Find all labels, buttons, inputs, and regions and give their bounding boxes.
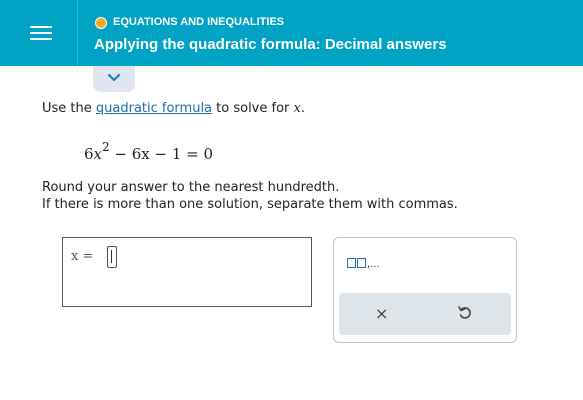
- instruction-post: to solve for: [212, 101, 294, 116]
- equation-variable: x: [93, 145, 103, 163]
- answer-area: x =: [62, 237, 312, 307]
- undo-icon: [458, 306, 471, 319]
- tool-action-bar: ×: [339, 293, 511, 335]
- list-template-icon: [347, 258, 356, 268]
- instruction-period: .: [300, 101, 306, 116]
- page-title: Applying the quadratic formula: Decimal …: [94, 36, 447, 53]
- chevron-down-icon: [107, 73, 121, 82]
- list-template-suffix: ,...: [367, 259, 380, 270]
- clear-button[interactable]: ×: [375, 304, 388, 323]
- header-bar: EQUATIONS AND INEQUALITIES Applying the …: [0, 0, 583, 66]
- equation-coefficient: 6: [84, 145, 94, 163]
- quadratic-formula-link[interactable]: quadratic formula: [96, 101, 212, 116]
- answer-label: x =: [71, 249, 94, 264]
- equation: 6x2 − 6x − 1 = 0: [84, 140, 214, 163]
- hamburger-menu-icon[interactable]: [30, 24, 52, 42]
- collapse-button[interactable]: [93, 66, 135, 92]
- equation-exponent: 2: [102, 140, 110, 154]
- topic-label: EQUATIONS AND INEQUALITIES: [113, 16, 285, 28]
- rounding-instruction: Round your answer to the nearest hundred…: [42, 180, 340, 195]
- header-divider: [77, 0, 78, 66]
- list-template-button[interactable]: ,...: [347, 258, 380, 270]
- topic-status-dot: [95, 17, 107, 29]
- instruction-pre: Use the: [42, 101, 96, 116]
- instruction-variable: x: [293, 101, 301, 116]
- separator-instruction: If there is more than one solution, sepa…: [42, 197, 458, 212]
- answer-input[interactable]: [107, 246, 117, 268]
- instruction-text: Use the quadratic formula to solve for x…: [42, 101, 305, 116]
- math-tools-panel: ,... ×: [333, 237, 517, 343]
- list-template-icon: [357, 258, 366, 268]
- equation-rest: − 6x − 1 = 0: [109, 145, 214, 163]
- undo-button[interactable]: [457, 305, 473, 325]
